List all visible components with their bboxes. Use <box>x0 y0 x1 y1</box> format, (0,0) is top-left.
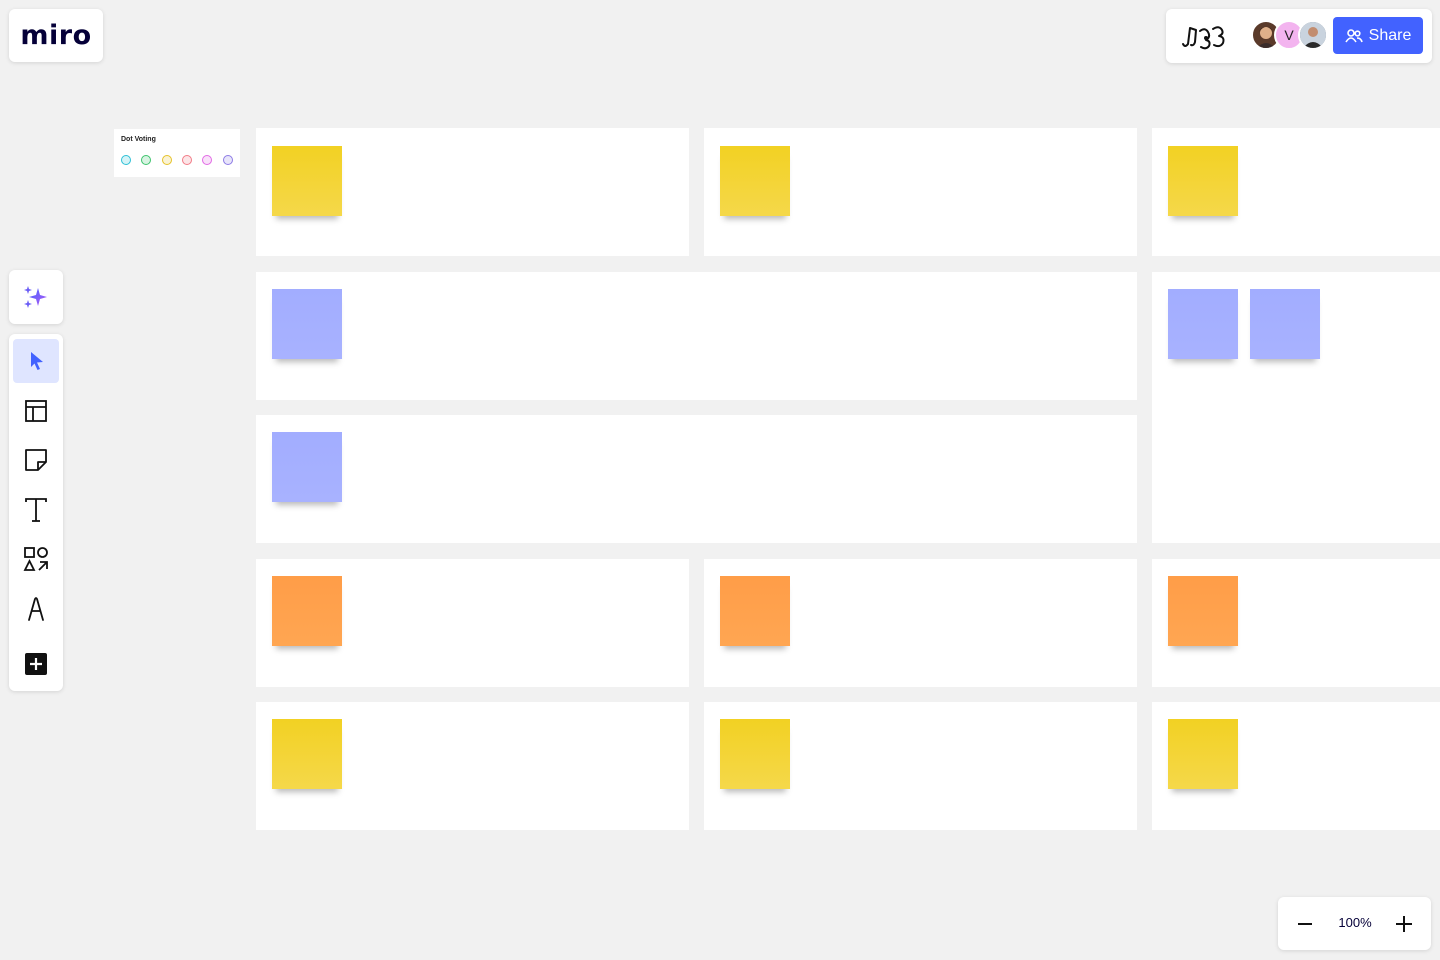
sticky-note-orange[interactable] <box>720 576 790 646</box>
left-toolbar <box>9 334 63 691</box>
sticky-note-purple[interactable] <box>272 432 342 502</box>
sparkles-icon <box>24 286 47 308</box>
zoom-out-button[interactable] <box>1290 909 1320 939</box>
more-apps-tool[interactable] <box>13 642 59 686</box>
board-frame-wide[interactable] <box>256 415 1137 543</box>
vote-dot-teal[interactable] <box>121 155 131 165</box>
sticky-note-yellow[interactable] <box>272 719 342 789</box>
pen-tool[interactable] <box>13 587 59 631</box>
layout-icon <box>25 400 47 422</box>
share-button[interactable]: Share <box>1333 17 1423 54</box>
miro-logo[interactable]: miro <box>9 9 103 62</box>
sticky-note-yellow[interactable] <box>720 719 790 789</box>
shapes-tool[interactable] <box>13 537 59 581</box>
sticky-note-orange[interactable] <box>272 576 342 646</box>
sticky-note-tool[interactable] <box>13 438 59 482</box>
sticky-note-purple[interactable] <box>1168 289 1238 359</box>
sticky-note-purple[interactable] <box>1250 289 1320 359</box>
templates-tool[interactable] <box>13 389 59 433</box>
vote-dot-pink[interactable] <box>202 155 212 165</box>
sticky-note-purple[interactable] <box>272 289 342 359</box>
board-frame-wide[interactable] <box>256 272 1137 400</box>
sticky-note-yellow[interactable] <box>1168 146 1238 216</box>
vote-dot-red[interactable] <box>182 155 192 165</box>
sticky-note-orange[interactable] <box>1168 576 1238 646</box>
zoom-level[interactable]: 100% <box>1326 915 1384 930</box>
sticky-note-yellow[interactable] <box>1168 719 1238 789</box>
shapes-icon <box>23 547 48 571</box>
sticky-note-icon <box>25 449 47 471</box>
zoom-in-button[interactable] <box>1389 909 1419 939</box>
share-label: Share <box>1368 26 1412 44</box>
ai-assist-button[interactable] <box>9 270 63 324</box>
sticky-note-yellow[interactable] <box>720 146 790 216</box>
cursor-icon <box>31 352 43 370</box>
dot-voting-title: Dot Voting <box>121 136 156 143</box>
zoom-controls: 100% <box>1278 897 1431 950</box>
reactions-icon[interactable] <box>1180 21 1232 51</box>
plus-square-icon <box>25 653 47 675</box>
avatar-photo-3[interactable] <box>1298 20 1328 50</box>
minus-icon <box>1298 923 1312 925</box>
dot-voting-widget[interactable]: Dot Voting <box>114 129 240 177</box>
vote-dot-green[interactable] <box>141 155 151 165</box>
plus-icon <box>1396 916 1412 932</box>
select-tool[interactable] <box>13 339 59 383</box>
text-icon <box>25 498 47 522</box>
vote-dot-yellow[interactable] <box>162 155 172 165</box>
text-tool[interactable] <box>13 488 59 532</box>
sticky-note-yellow[interactable] <box>272 146 342 216</box>
pen-icon <box>28 597 44 621</box>
vote-dot-purple[interactable] <box>223 155 233 165</box>
logo-text: miro <box>20 20 92 51</box>
users-icon <box>1344 28 1363 42</box>
